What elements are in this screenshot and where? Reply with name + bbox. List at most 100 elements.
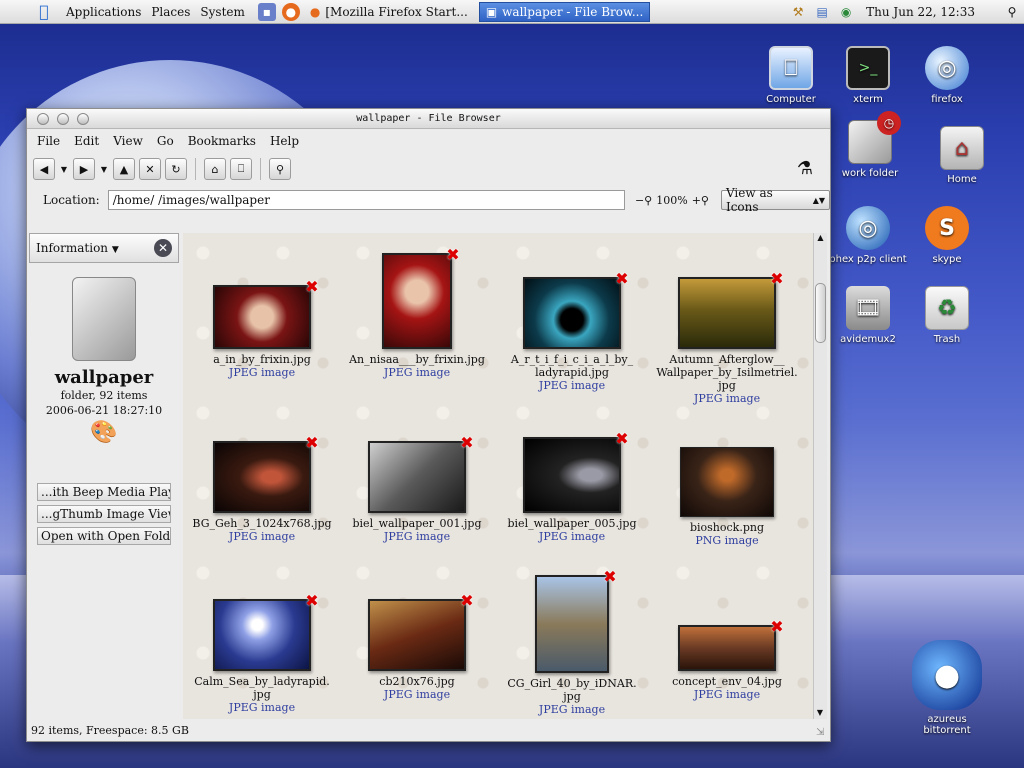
close-sidebar-button[interactable]: ✕ — [154, 239, 172, 257]
tray-volume-icon[interactable]: ◉ — [837, 3, 855, 21]
computer-button[interactable]: ⎕ — [230, 158, 252, 180]
menubar: File Edit View Go Bookmarks Help — [27, 129, 830, 153]
system-menu[interactable]: System — [200, 5, 244, 19]
tray-network-icon[interactable]: ▤ — [813, 3, 831, 21]
desktop-icon-skype-label: skype — [932, 254, 962, 265]
reload-button[interactable]: ↻ — [165, 158, 187, 180]
taskbar-firefox[interactable]: ● [Mozilla Firefox Start... — [303, 2, 475, 22]
icon-view[interactable]: ✖ a_in_by_frixin.jpg JPEG image ✖ An_nis… — [183, 233, 813, 719]
firefox-launcher-icon[interactable]: ● — [281, 2, 300, 21]
desktop-icon-azureus[interactable]: ● azureus bittorrent — [905, 640, 989, 736]
panel-clock[interactable]: Thu Jun 22, 12:33 — [866, 5, 975, 19]
places-menu[interactable]: Places — [151, 5, 190, 19]
folder-icon: ▣ — [485, 4, 498, 19]
desktop-icon-xterm[interactable]: >_ xterm — [828, 46, 908, 105]
stop-x-icon: ✕ — [145, 162, 155, 176]
sidebar-header-label: Information — [36, 241, 109, 255]
desktop-icon-phex[interactable]: ◎ phex p2p client — [828, 206, 908, 265]
file-type: JPEG image — [538, 379, 606, 392]
resize-grip-icon[interactable]: ⇲ — [816, 727, 828, 739]
file-item[interactable]: ✖ CG_Girl_40_by_iDNAR. jpg JPEG image — [497, 567, 647, 716]
file-item[interactable]: ✖ An_nisaa___by_frixin.jpg JPEG image — [342, 245, 492, 379]
menu-file[interactable]: File — [37, 134, 60, 148]
close-window-button[interactable] — [37, 113, 49, 125]
open-with-beep-media-player-button[interactable]: ...ith Beep Media Player — [37, 483, 171, 501]
desktop-icon-trash[interactable]: ♻ Trash — [907, 286, 987, 345]
search-icon[interactable]: ⚲ — [1003, 3, 1021, 21]
home-icon: ⌂ — [940, 126, 984, 170]
file-thumbnail: ✖ — [523, 269, 629, 349]
file-item[interactable]: ✖ cb210x76.jpg JPEG image — [342, 591, 492, 701]
view-as-select[interactable]: View as Icons ▲▼ — [720, 186, 830, 214]
location-bar: Location: /home/ /images/wallpaper −⚲ 10… — [27, 185, 830, 215]
apple-icon[interactable]:  — [34, 2, 54, 22]
desktop-icon-work-folder-label: work folder — [841, 168, 899, 179]
scroll-up-arrow-icon[interactable]: ▲ — [814, 233, 827, 242]
toolbar-separator — [195, 158, 196, 180]
file-item[interactable]: ✖ a_in_by_frixin.jpg JPEG image — [187, 277, 337, 379]
top-panel:  Applications Places System ▪ ● ● [Mozi… — [0, 0, 1024, 24]
zoom-out-icon[interactable]: −⚲ — [635, 194, 652, 207]
applications-menu[interactable]: Applications — [66, 5, 141, 19]
toolbar: ◀ ▼ ▶ ▼ ▲ ✕ ↻ ⌂ ⎕ ⚲ ⚗ — [27, 153, 830, 185]
desktop-icon-skype[interactable]: S skype — [907, 206, 987, 265]
file-item[interactable]: ✖ biel_wallpaper_005.jpg JPEG image — [497, 429, 647, 543]
zoom-in-icon[interactable]: +⚲ — [692, 194, 709, 207]
forward-history-dropdown[interactable]: ▼ — [99, 165, 109, 174]
file-thumbnail: ✖ — [368, 433, 474, 513]
reload-icon: ↻ — [171, 162, 181, 176]
file-item[interactable]: ✖ biel_wallpaper_001.jpg JPEG image — [342, 433, 492, 543]
open-with-open-folder-button[interactable]: Open with Open Folder — [37, 527, 171, 545]
desktop-icon-firefox[interactable]: ◎ firefox — [907, 46, 987, 105]
file-item[interactable]: ✖ concept_env_04.jpg JPEG image — [652, 617, 802, 701]
back-button[interactable]: ◀ — [33, 158, 55, 180]
desktop-icon-avidemux[interactable]: 🎞 avidemux2 — [828, 286, 908, 345]
maximize-window-button[interactable] — [77, 113, 89, 125]
file-thumbnail: ✖ — [535, 567, 617, 673]
menu-bookmarks[interactable]: Bookmarks — [188, 134, 256, 148]
file-thumbnail: ✖ — [678, 617, 784, 671]
minimize-window-button[interactable] — [57, 113, 69, 125]
menu-view[interactable]: View — [113, 134, 143, 148]
scrollbar-thumb[interactable] — [815, 283, 826, 343]
desktop-icon-work-folder[interactable]: ◷ work folder — [830, 111, 910, 179]
home-button[interactable]: ⌂ — [204, 158, 226, 180]
file-item[interactable]: ✖ BG_Geh_3_1024x768.jpg JPEG image — [187, 433, 337, 543]
file-item[interactable]: ✖ A_r_t_i_f_i_c_i_a_l_by_ ladyrapid.jpg … — [497, 269, 647, 392]
tray-tool-icon[interactable]: ⚒ — [789, 3, 807, 21]
desktop-icon-phex-label: phex p2p client — [829, 254, 907, 265]
menu-help[interactable]: Help — [270, 134, 299, 148]
scroll-down-arrow-icon[interactable]: ▼ — [814, 708, 826, 717]
clock-badge-icon: ◷ — [877, 111, 901, 135]
status-bar: 92 items, Freespace: 8.5 GB — [31, 724, 189, 737]
file-type: PNG image — [695, 534, 759, 547]
file-item[interactable]: bioshock.png PNG image — [652, 447, 802, 547]
up-button[interactable]: ▲ — [113, 158, 135, 180]
search-button[interactable]: ⚲ — [269, 158, 291, 180]
terminal-launcher-icon[interactable]: ▪ — [257, 2, 276, 21]
taskbar-file-browser[interactable]: ▣ wallpaper - File Brow... — [478, 1, 651, 22]
desktop-icon-home[interactable]: ⌂ Home — [922, 126, 1002, 185]
back-history-dropdown[interactable]: ▼ — [59, 165, 69, 174]
file-item[interactable]: ✖ Autumn_Afterglow__ Wallpaper_by_Isilme… — [652, 269, 802, 405]
location-input[interactable]: /home/ /images/wallpaper — [107, 190, 625, 210]
globe-icon: ◎ — [925, 46, 969, 90]
desktop-icon-computer[interactable]: ⎕ Computer — [751, 46, 831, 105]
window-titlebar[interactable]: wallpaper - File Browser — [27, 109, 830, 129]
file-thumbnail: ✖ — [213, 591, 319, 671]
folder-name: wallpaper — [54, 367, 154, 388]
zoom-level[interactable]: 100% — [656, 194, 687, 207]
sidebar-header[interactable]: Information ▼ ✕ — [29, 233, 179, 263]
folder-info: folder, 92 items — [60, 389, 148, 402]
file-name: CG_Girl_40_by_iDNAR. jpg — [507, 677, 637, 703]
forward-button[interactable]: ▶ — [73, 158, 95, 180]
menu-edit[interactable]: Edit — [74, 134, 99, 148]
stop-button[interactable]: ✕ — [139, 158, 161, 180]
palette-emblem-icon: 🎨 — [90, 420, 118, 445]
open-with-gthumb-button[interactable]: ...gThumb Image Viewer — [37, 505, 171, 523]
vertical-scrollbar[interactable]: ▲ ▼ — [813, 233, 827, 719]
menu-go[interactable]: Go — [157, 134, 174, 148]
close-icon: ✕ — [157, 241, 169, 255]
file-item[interactable]: ✖ Calm_Sea_by_ladyrapid. jpg JPEG image — [187, 591, 337, 714]
file-thumbnail — [680, 447, 774, 517]
